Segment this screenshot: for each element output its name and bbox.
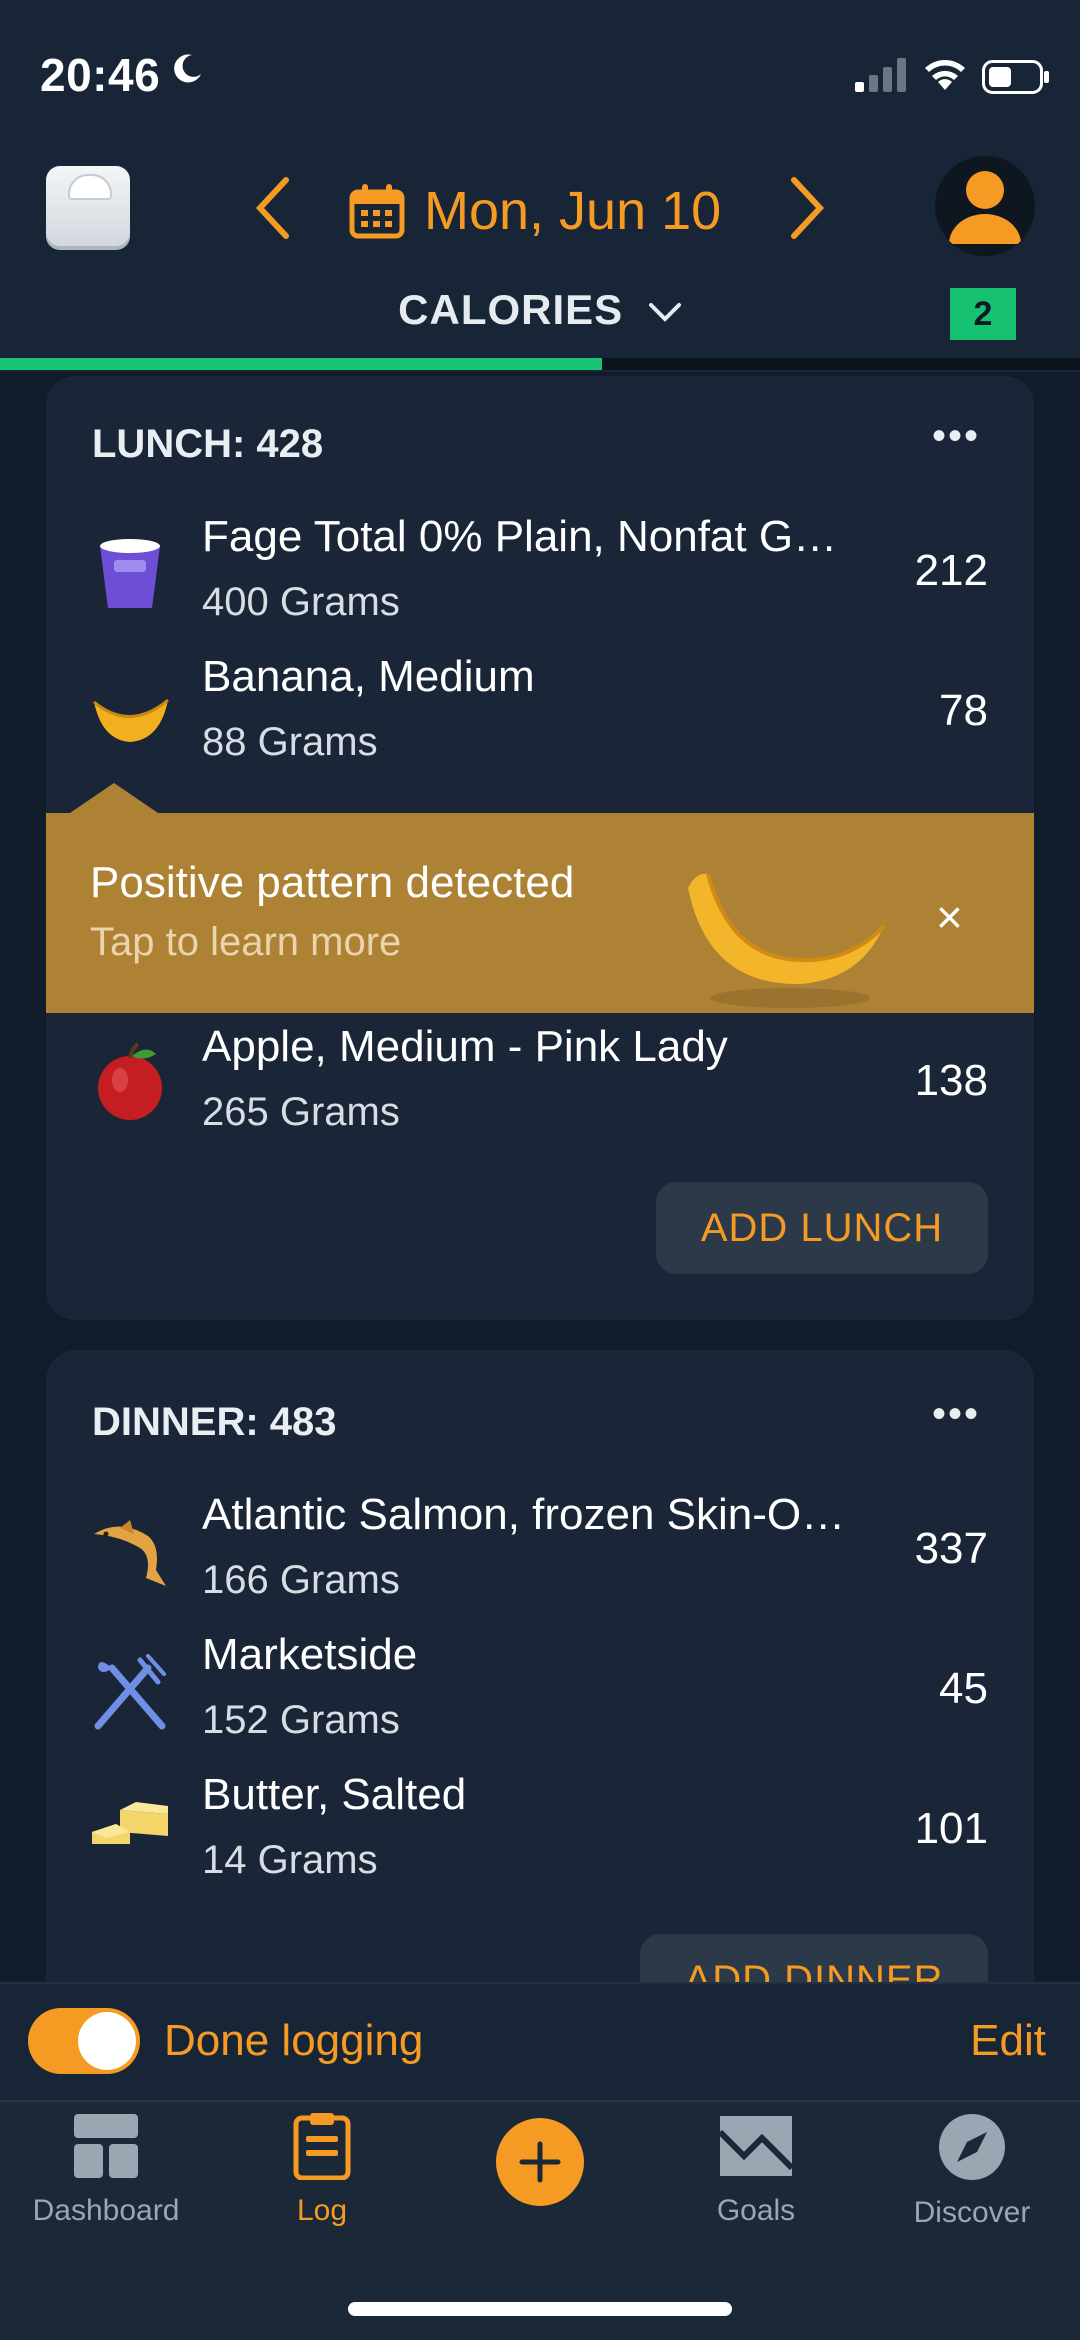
nutrient-selector[interactable]: CALORIES — [0, 286, 1080, 334]
moon-icon — [174, 54, 201, 83]
apple-icon — [98, 1042, 162, 1120]
food-quantity: 265 Grams — [202, 1090, 400, 1134]
food-calories: 78 — [939, 686, 988, 735]
tip-subtitle: Tap to learn more — [90, 920, 402, 964]
tab-log[interactable]: Log — [222, 2112, 422, 2228]
dinner-item-butter[interactable] — [46, 1768, 1034, 1898]
food-calories: 138 — [914, 1056, 988, 1105]
date-selector[interactable]: Mon, Jun 10 — [348, 176, 721, 246]
butter-icon — [92, 1802, 168, 1844]
edit-button[interactable]: Edit — [970, 2016, 1046, 2066]
weigh-in-scale-button[interactable] — [46, 166, 130, 250]
streak-badge[interactable]: 2 — [950, 288, 1016, 340]
food-calories: 45 — [939, 1664, 988, 1713]
food-quantity: 166 Grams — [202, 1558, 400, 1602]
toggle-knob — [78, 2012, 136, 2070]
tip-pointer — [70, 783, 158, 813]
home-indicator — [348, 2302, 732, 2316]
tab-discover-label: Discover — [913, 2196, 1031, 2229]
yogurt-cup-icon — [100, 539, 160, 608]
person-icon — [949, 171, 1021, 244]
done-logging-label: Done logging — [164, 2016, 424, 2065]
done-logging-toggle[interactable] — [28, 2008, 140, 2074]
quick-add-button[interactable] — [496, 2118, 584, 2206]
calorie-progress-fill — [0, 358, 602, 370]
tab-discover[interactable]: Discover — [872, 2112, 1072, 2230]
fork-knife-icon — [94, 1654, 166, 1730]
previous-day-button[interactable] — [254, 176, 294, 251]
signal-icon — [855, 58, 906, 92]
battery-icon — [982, 60, 1049, 94]
tab-log-label: Log — [296, 2194, 348, 2227]
banana-illustration — [688, 873, 886, 1008]
fish-icon — [94, 1520, 166, 1586]
tab-dashboard-label: Dashboard — [32, 2194, 180, 2227]
profile-avatar[interactable] — [935, 156, 1035, 256]
tab-goals-label: Goals — [716, 2194, 796, 2227]
food-quantity: 400 Grams — [202, 580, 400, 624]
tip-title: Positive pattern detected — [90, 858, 575, 907]
tab-goals[interactable]: Goals — [656, 2112, 856, 2228]
banana-icon — [93, 698, 169, 742]
add-lunch-button[interactable]: ADD LUNCH — [656, 1182, 988, 1274]
done-logging-bar — [0, 1982, 1080, 2102]
food-name: Fage Total 0% Plain, Nonfat G… — [202, 512, 838, 561]
food-quantity: 14 Grams — [202, 1838, 378, 1882]
food-quantity: 152 Grams — [202, 1698, 400, 1742]
food-calories: 101 — [914, 1804, 988, 1853]
lunch-more-button[interactable]: ••• — [932, 414, 980, 459]
chevron-down-icon — [648, 303, 681, 322]
goals-chart-icon — [718, 2116, 794, 2176]
food-calories: 337 — [914, 1524, 988, 1573]
compass-icon — [939, 2114, 1005, 2180]
plus-icon — [519, 2141, 561, 2183]
dinner-title: DINNER: 483 — [92, 1400, 337, 1444]
lunch-title: LUNCH: 428 — [92, 422, 324, 466]
scale-icon — [68, 174, 112, 200]
close-tip-button[interactable]: × — [936, 890, 963, 944]
food-quantity: 88 Grams — [202, 720, 378, 764]
food-name: Marketside — [202, 1630, 418, 1679]
food-name: Banana, Medium — [202, 652, 535, 701]
current-date: Mon, Jun 10 — [424, 181, 722, 241]
food-name: Apple, Medium - Pink Lady — [202, 1022, 728, 1071]
tab-dashboard[interactable]: Dashboard — [6, 2112, 206, 2228]
food-name: Butter, Salted — [202, 1770, 467, 1819]
dashboard-icon — [74, 2114, 138, 2178]
food-name: Atlantic Salmon, frozen Skin-O… — [202, 1490, 846, 1539]
dinner-more-button[interactable]: ••• — [932, 1392, 980, 1437]
nutrient-selector-label: CALORIES — [398, 286, 624, 333]
wifi-icon — [925, 60, 965, 90]
calendar-icon — [349, 184, 405, 239]
lunch-item-banana[interactable] — [46, 650, 1034, 780]
next-day-button[interactable] — [786, 176, 826, 251]
status-time: 20:46 — [40, 49, 161, 101]
food-calories: 212 — [914, 546, 988, 595]
clipboard-icon — [293, 2113, 351, 2180]
dinner-item-marketside[interactable] — [46, 1628, 1034, 1758]
